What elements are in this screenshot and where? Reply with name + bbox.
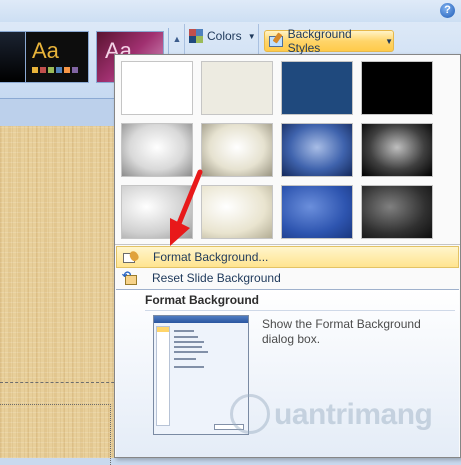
red-annotation-arrow-icon bbox=[170, 169, 203, 246]
background-style-swatch[interactable] bbox=[361, 61, 433, 115]
background-style-swatch[interactable] bbox=[201, 123, 273, 177]
tooltip-title: Format Background bbox=[145, 293, 260, 307]
colors-label: Colors bbox=[207, 29, 242, 43]
background-style-swatch[interactable] bbox=[281, 61, 353, 115]
theme-thumbnail-label: Aa bbox=[32, 38, 59, 63]
theme-thumbnail-black-gold[interactable]: Aa bbox=[25, 31, 89, 83]
background-style-swatch[interactable] bbox=[361, 185, 433, 239]
background-style-swatch[interactable] bbox=[281, 185, 353, 239]
color-palette-icon bbox=[189, 29, 203, 43]
background-style-swatch[interactable] bbox=[281, 123, 353, 177]
colors-button[interactable]: Colors ▼ bbox=[189, 26, 256, 46]
format-background-label: Format Background... bbox=[153, 250, 269, 264]
scroll-up-icon[interactable]: ▲ bbox=[170, 30, 184, 48]
format-background-icon bbox=[117, 247, 143, 267]
background-styles-label: Background Styles bbox=[287, 27, 352, 55]
background-styles-icon bbox=[269, 32, 284, 48]
help-icon[interactable]: ? bbox=[440, 3, 455, 18]
reset-background-icon: ↶ bbox=[116, 268, 142, 290]
dialog-preview-thumbnail bbox=[153, 315, 249, 435]
background-style-swatch[interactable] bbox=[361, 123, 433, 177]
theme-color-swatches bbox=[32, 67, 78, 73]
chevron-down-icon: ▼ bbox=[385, 36, 393, 46]
background-styles-button[interactable]: Background Styles ▼ bbox=[264, 27, 394, 55]
tooltip-divider bbox=[145, 310, 455, 311]
background-style-swatch[interactable] bbox=[121, 61, 193, 115]
format-background-menu-item[interactable]: Format Background... bbox=[116, 246, 459, 268]
background-styles-dropdown: Format Background... ↶ Reset Slide Backg… bbox=[114, 54, 461, 458]
tooltip-description: Show the Format Background dialog box. bbox=[262, 317, 421, 346]
background-style-swatch[interactable] bbox=[201, 61, 273, 115]
chevron-down-icon: ▼ bbox=[247, 31, 256, 41]
reset-slide-background-menu-item[interactable]: ↶ Reset Slide Background bbox=[116, 268, 459, 290]
background-style-swatch[interactable] bbox=[201, 185, 273, 239]
ribbon-title-strip bbox=[0, 0, 461, 22]
slide-text-placeholder[interactable] bbox=[0, 404, 111, 465]
format-background-tooltip: Format Background Show the Format Backgr… bbox=[116, 289, 459, 457]
reset-background-label: Reset Slide Background bbox=[152, 271, 281, 285]
